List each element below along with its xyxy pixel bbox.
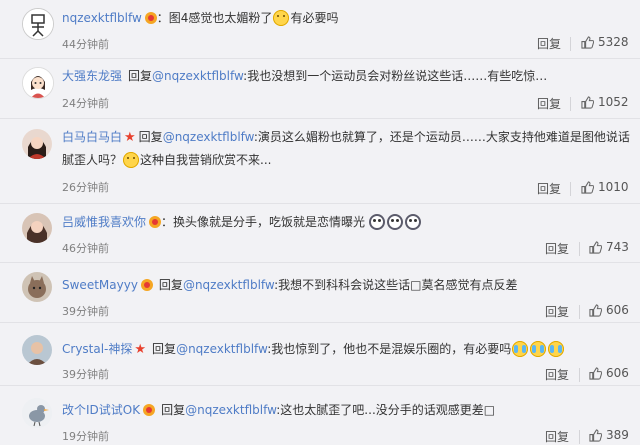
comment-item: SweetMayyy 回复@nqzexktflblfw:我想不到科科会说这些话□莫… xyxy=(0,263,640,319)
scared-emoji-icon xyxy=(405,214,422,230)
reply-prefix: 回复 xyxy=(161,403,186,417)
username-link[interactable]: SweetMayyy xyxy=(62,278,138,292)
comment-item: 大强东龙强 回复@nqzexktflblfw:我也没想到一个运动员会对粉丝说这些话… xyxy=(0,59,640,115)
cartoon-girl-avatar[interactable] xyxy=(22,67,54,99)
divider xyxy=(579,368,580,382)
mention-link[interactable]: @nqzexktflblfw xyxy=(176,342,267,356)
mention-link[interactable]: @nqzexktflblfw xyxy=(163,130,254,144)
comment-text: :这也太腻歪了吧...没分手的话观感更差□ xyxy=(276,403,496,417)
reply-prefix: 回复 xyxy=(152,342,177,356)
reply-button[interactable]: 回复 xyxy=(545,303,569,320)
thumb-up-icon xyxy=(589,366,602,380)
comment-item: 白马白马白 ★ 回复@nqzexktflblfw:演员这么媚粉也就算了，还是个运动员… xyxy=(0,119,640,197)
like-button[interactable]: 5328 xyxy=(581,35,629,49)
timestamp: 44分钟前 xyxy=(62,38,109,51)
comment-text: :我也没想到一个运动员会对粉丝说这些话……有些吃惊… xyxy=(243,69,548,83)
portrait-avatar[interactable] xyxy=(22,335,52,365)
divider xyxy=(570,37,571,51)
thumb-up-icon xyxy=(589,240,602,254)
woman-photo-avatar[interactable] xyxy=(22,129,52,159)
scared-emoji-icon xyxy=(387,214,404,230)
divider xyxy=(579,242,580,256)
like-count: 606 xyxy=(606,303,629,317)
username-link[interactable]: 大强东龙强 xyxy=(62,69,122,83)
comment-text: :演员这么媚粉也就算了，还是个运动员……大家支持他难道是图他说话 xyxy=(253,130,630,144)
comment-text: :我也惊到了，他也不是混娱乐圈的，有必要吗 xyxy=(267,342,512,356)
comment-text-line2: 腻歪人吗？ xyxy=(62,153,123,167)
username-link[interactable]: 吕威惟我喜欢你 xyxy=(62,215,146,229)
timestamp: 26分钟前 xyxy=(62,181,109,194)
timestamp: 39分钟前 xyxy=(62,368,109,381)
comment-text-tail: 有必要吗 xyxy=(290,11,339,25)
vip-badge-icon xyxy=(143,404,156,416)
comment-item: 吕威惟我喜欢你 ：换头像就是分手，吃饭就是恋情曝光 46分钟前 回复 743 xyxy=(0,204,640,258)
like-count: 606 xyxy=(606,366,629,380)
comment-feed: nqzexktflblfw ：图4感觉也太媚粉了 有必要吗 44分钟前 回复 532… xyxy=(0,0,640,444)
like-button[interactable]: 1010 xyxy=(581,180,629,194)
reply-button[interactable]: 回复 xyxy=(537,180,561,197)
divider xyxy=(579,305,580,319)
like-count: 1010 xyxy=(598,180,629,194)
stick-figure-avatar[interactable] xyxy=(22,8,54,40)
divider xyxy=(570,182,571,196)
timestamp: 39分钟前 xyxy=(62,305,109,318)
like-count: 5328 xyxy=(598,35,629,49)
username-link[interactable]: 白马白马白 xyxy=(62,130,122,144)
smile-emoji-icon xyxy=(123,152,140,168)
comment-text-line2-tail: 这种自我营销欣赏不来... xyxy=(140,153,272,167)
reply-button[interactable]: 回复 xyxy=(537,95,561,112)
username-link[interactable]: Crystal-神探 xyxy=(62,342,132,356)
like-count: 389 xyxy=(606,428,629,442)
thumb-up-icon xyxy=(589,303,602,317)
mention-link[interactable]: @nqzexktflblfw xyxy=(152,69,243,83)
reply-prefix: 回复 xyxy=(138,130,163,144)
timestamp: 46分钟前 xyxy=(62,242,109,255)
divider xyxy=(579,430,580,444)
vip-badge-icon xyxy=(144,12,157,24)
mention-link[interactable]: @nqzexktflblfw xyxy=(183,278,274,292)
woman-photo-avatar[interactable] xyxy=(22,213,52,243)
vip-badge-icon xyxy=(140,279,153,291)
comment-text: ：换头像就是分手，吃饭就是恋情曝光 xyxy=(161,215,366,229)
divider xyxy=(570,97,571,111)
star-icon: ★ xyxy=(134,342,147,357)
crying-emoji-icon xyxy=(530,341,547,357)
thumb-up-icon xyxy=(581,180,594,194)
comment-item: nqzexktflblfw ：图4感觉也太媚粉了 有必要吗 44分钟前 回复 532… xyxy=(0,0,640,56)
reply-button[interactable]: 回复 xyxy=(545,366,569,383)
like-count: 1052 xyxy=(598,95,629,109)
thumb-up-icon xyxy=(589,428,602,442)
comment-text: :我想不到科科会说这些话□莫名感觉有点反差 xyxy=(274,278,518,292)
timestamp: 24分钟前 xyxy=(62,97,109,110)
username-link[interactable]: nqzexktflblfw xyxy=(62,11,142,25)
star-icon: ★ xyxy=(124,130,136,145)
like-button[interactable]: 606 xyxy=(589,303,629,317)
sleepy-emoji-icon xyxy=(273,10,290,26)
scared-emoji-icon xyxy=(369,214,386,230)
bird-avatar[interactable] xyxy=(22,398,52,428)
reply-button[interactable]: 回复 xyxy=(545,428,569,445)
username-link[interactable]: 改个ID试试OK xyxy=(62,403,140,417)
vip-badge-icon xyxy=(149,216,162,228)
comment-text: ：图4感觉也太媚粉了 xyxy=(156,11,273,25)
like-button[interactable]: 606 xyxy=(589,366,629,380)
reply-prefix: 回复 xyxy=(128,69,153,83)
like-button[interactable]: 743 xyxy=(589,240,629,254)
thumb-up-icon xyxy=(581,95,594,109)
crying-emoji-icon xyxy=(548,341,565,357)
comment-item: 改个ID试试OK 回复@nqzexktflblfw:这也太腻歪了吧...没分手的话… xyxy=(0,386,640,444)
like-button[interactable]: 1052 xyxy=(581,95,629,109)
mention-link[interactable]: @nqzexktflblfw xyxy=(185,403,276,417)
timestamp: 19分钟前 xyxy=(62,430,109,443)
thumb-up-icon xyxy=(581,35,594,49)
crying-emoji-icon xyxy=(512,341,529,357)
like-count: 743 xyxy=(606,240,629,254)
like-button[interactable]: 389 xyxy=(589,428,629,442)
cat-avatar[interactable] xyxy=(22,272,52,302)
reply-button[interactable]: 回复 xyxy=(545,240,569,257)
reply-prefix: 回复 xyxy=(158,278,183,292)
reply-button[interactable]: 回复 xyxy=(537,35,561,52)
comment-item: Crystal-神探 ★ 回复@nqzexktflblfw:我也惊到了，他也不是混娱… xyxy=(0,323,640,382)
